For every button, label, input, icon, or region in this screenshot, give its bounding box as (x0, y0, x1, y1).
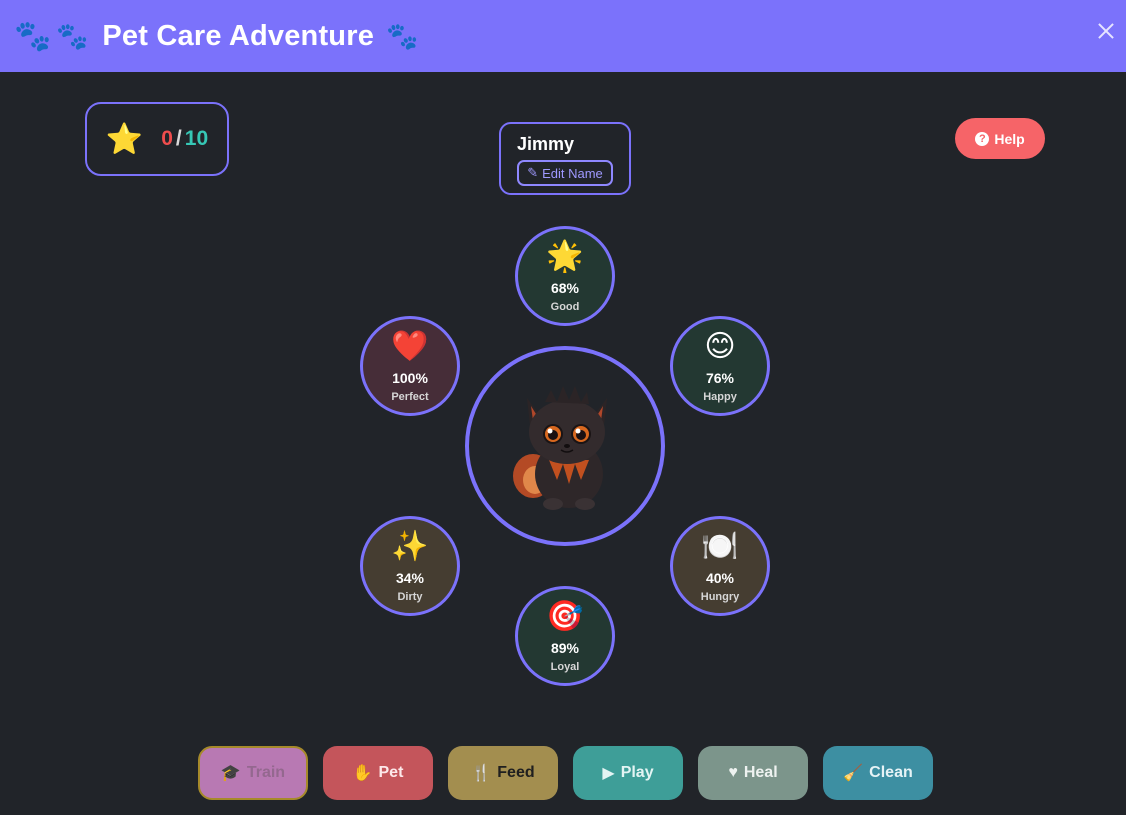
app-header: 🐾 🐾 Pet Care Adventure 🐾 (0, 0, 1126, 72)
close-icon[interactable] (1094, 19, 1118, 43)
stat-mood: 🌟 68% Good (515, 226, 615, 326)
stat-value: 34% (395, 569, 425, 586)
clean-label: Clean (869, 764, 913, 781)
train-button[interactable]: 🎓 Train (198, 746, 308, 800)
glowing-star-icon: 🌟 (546, 239, 584, 273)
play-button[interactable]: ▶ Play (573, 746, 683, 800)
hand-icon: ✋ (352, 765, 373, 782)
stat-label: Good (550, 300, 580, 313)
stat-value: 40% (705, 569, 735, 586)
stat-value: 76% (705, 369, 735, 386)
score-panel: ⭐ 0 / 10 (85, 102, 229, 176)
stat-label: Dirty (397, 590, 423, 603)
pet-button[interactable]: ✋ Pet (323, 746, 433, 800)
paw-icon: 🐾 (56, 20, 89, 51)
stat-label: Happy (703, 390, 737, 403)
play-label: Play (620, 764, 654, 781)
feed-button[interactable]: 🍴 Feed (448, 746, 558, 800)
edit-name-button[interactable]: ✎ Edit Name (517, 160, 613, 186)
play-icon: ▶ (602, 765, 615, 782)
stat-label: Hungry (700, 590, 740, 603)
pet-name: Jimmy (517, 134, 575, 154)
utensils-icon: 🍴 (471, 765, 492, 782)
question-icon: ? (975, 131, 990, 146)
stat-cleanliness: ✨ 34% Dirty (360, 516, 460, 616)
graduation-cap-icon: 🎓 (220, 765, 241, 782)
edit-icon: ✎ (527, 165, 539, 180)
help-button[interactable]: ? Help (955, 118, 1045, 159)
score-separator: / (175, 127, 182, 150)
heart-pulse-icon: ♥ (728, 764, 738, 781)
pet-portrait[interactable] (465, 346, 665, 546)
broom-icon: 🧹 (843, 765, 864, 782)
stat-loyalty: 🎯 89% Loyal (515, 586, 615, 686)
heal-label: Heal (743, 764, 778, 781)
pet-label: Pet (378, 764, 404, 781)
clean-button[interactable]: 🧹 Clean (823, 746, 933, 800)
stat-value: 68% (550, 279, 580, 296)
paw-icon: 🐾 (386, 20, 419, 51)
stat-label: Loyal (550, 660, 580, 673)
stat-value: 100% (392, 369, 428, 386)
score-max: 10 (184, 127, 209, 150)
star-icon: ⭐ (105, 122, 144, 156)
edit-name-label: Edit Name (542, 165, 603, 181)
paw-icon: 🐾 (14, 19, 52, 53)
action-bar: 🎓 Train ✋ Pet 🍴 Feed ▶ Play ♥ Heal 🧹 Cle… (198, 746, 938, 800)
target-icon: 🎯 (546, 599, 584, 633)
heart-icon: ❤️ (391, 329, 429, 363)
sparkles-icon: ✨ (391, 529, 429, 563)
plate-icon: 🍽️ (701, 529, 739, 563)
title-group: 🐾 🐾 Pet Care Adventure 🐾 (14, 19, 426, 54)
train-label: Train (246, 764, 286, 781)
app-title: Pet Care Adventure (102, 19, 375, 52)
stat-label: Perfect (391, 390, 429, 403)
heal-button[interactable]: ♥ Heal (698, 746, 808, 800)
stat-hunger: 🍽️ 40% Hungry (670, 516, 770, 616)
smile-icon: 😊 (704, 329, 736, 363)
stat-value: 89% (550, 639, 580, 656)
help-label: Help (994, 130, 1025, 147)
score-current: 0 (161, 127, 173, 150)
feed-label: Feed (497, 764, 535, 781)
pet-name-panel: Jimmy ✎ Edit Name (499, 122, 631, 195)
pet-image (513, 386, 607, 510)
pet-head (529, 400, 605, 464)
stat-health: ❤️ 100% Perfect (360, 316, 460, 416)
stat-happiness: 😊 76% Happy (670, 316, 770, 416)
